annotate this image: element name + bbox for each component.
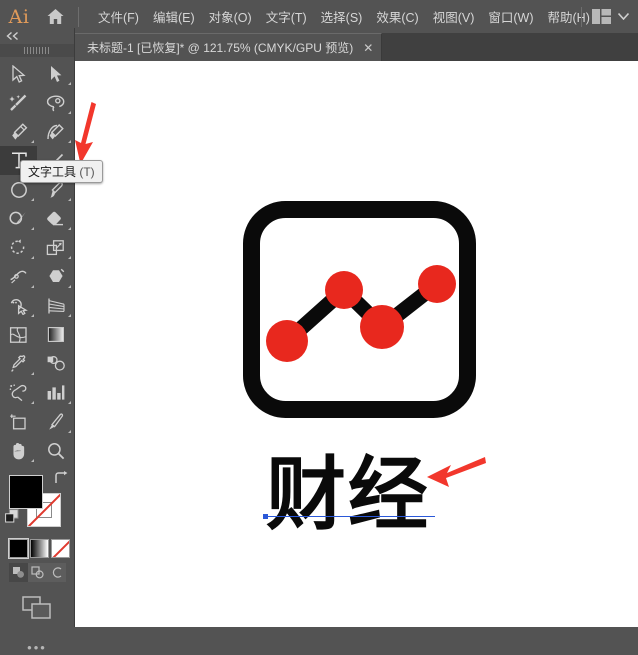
none-mode-button[interactable]	[51, 539, 70, 558]
symbol-sprayer-tool[interactable]	[0, 378, 37, 407]
pen-tool[interactable]	[0, 117, 37, 146]
tool-tooltip: 文字工具 (T)	[20, 160, 103, 183]
color-mode-button[interactable]	[8, 538, 29, 559]
magic-wand-tool[interactable]	[0, 88, 37, 117]
lasso-tool[interactable]	[37, 88, 74, 117]
chart-dot-2	[325, 271, 363, 309]
fill-stroke-swatches	[0, 469, 74, 537]
flyout-corner-icon	[68, 198, 71, 201]
flyout-corner-icon	[68, 111, 71, 114]
draw-normal-mode-button[interactable]	[9, 563, 28, 582]
flyout-corner-icon	[68, 430, 71, 433]
direct-selection-tool[interactable]	[37, 59, 74, 88]
baseline-line	[265, 516, 435, 517]
edit-toolbar-button[interactable]: •••	[0, 640, 74, 655]
width-tool[interactable]	[0, 262, 37, 291]
flyout-corner-icon	[68, 140, 71, 143]
flyout-corner-icon	[68, 256, 71, 259]
hand-tool[interactable]	[0, 436, 37, 465]
eyedropper-tool[interactable]	[0, 349, 37, 378]
grip-lines	[24, 47, 50, 54]
text-baseline-indicator	[263, 514, 435, 521]
chart-dot-4	[418, 265, 456, 303]
tools-panel-drag-handle[interactable]	[0, 44, 74, 57]
draw-behind-mode-button[interactable]	[28, 563, 47, 582]
flyout-corner-icon	[31, 198, 34, 201]
default-fill-stroke-icon[interactable]	[5, 509, 19, 523]
swap-fill-stroke-icon[interactable]	[54, 471, 68, 485]
column-graph-tool[interactable]	[37, 378, 74, 407]
flyout-corner-icon	[31, 227, 34, 230]
flyout-corner-icon	[68, 227, 71, 230]
eraser-tool[interactable]	[37, 204, 74, 233]
draw-inside-mode-button[interactable]	[47, 563, 66, 582]
blend-tool[interactable]	[37, 349, 74, 378]
tools-panel: •••	[0, 28, 75, 655]
mesh-tool[interactable]	[0, 320, 37, 349]
change-screen-mode[interactable]	[0, 596, 74, 620]
flyout-corner-icon	[31, 314, 34, 317]
chart-dot-3	[360, 305, 404, 349]
flyout-corner-icon	[31, 372, 34, 375]
free-transform-tool[interactable]	[37, 262, 74, 291]
flyout-corner-icon	[31, 140, 34, 143]
tool-tooltip-shortcut: (T)	[79, 165, 95, 179]
chart-dot-1	[266, 320, 308, 362]
shape-builder-tool[interactable]	[0, 291, 37, 320]
gradient-mode-button[interactable]	[30, 539, 49, 558]
tool-grid	[0, 59, 74, 465]
flyout-corner-icon	[68, 314, 71, 317]
artboard-tool[interactable]	[0, 407, 37, 436]
flyout-corner-icon	[68, 82, 71, 85]
flyout-corner-icon	[31, 256, 34, 259]
flyout-corner-icon	[68, 285, 71, 288]
shaper-tool[interactable]	[0, 204, 37, 233]
flyout-corner-icon	[31, 459, 34, 462]
draw-mode-row	[9, 563, 74, 582]
zoom-tool[interactable]	[37, 436, 74, 465]
curvature-tool[interactable]	[37, 117, 74, 146]
baseline-anchor-point	[263, 514, 268, 519]
flyout-corner-icon	[31, 401, 34, 404]
flyout-corner-icon	[31, 285, 34, 288]
perspective-grid-tool[interactable]	[37, 291, 74, 320]
illustrator-window: Ai 文件(F) 编辑(E) 对象(O) 文字(T) 选择(S) 效果(C) 视…	[0, 0, 638, 655]
gradient-tool[interactable]	[37, 320, 74, 349]
paint-mode-row	[8, 538, 74, 559]
fill-swatch[interactable]	[9, 475, 43, 509]
slice-tool[interactable]	[37, 407, 74, 436]
rotate-tool[interactable]	[0, 233, 37, 262]
tool-tooltip-label: 文字工具	[28, 165, 77, 179]
selection-tool[interactable]	[0, 59, 37, 88]
artwork-text[interactable]: 财经	[266, 455, 430, 535]
scale-tool[interactable]	[37, 233, 74, 262]
flyout-corner-icon	[68, 401, 71, 404]
double-chevron-left-icon[interactable]	[0, 28, 74, 44]
